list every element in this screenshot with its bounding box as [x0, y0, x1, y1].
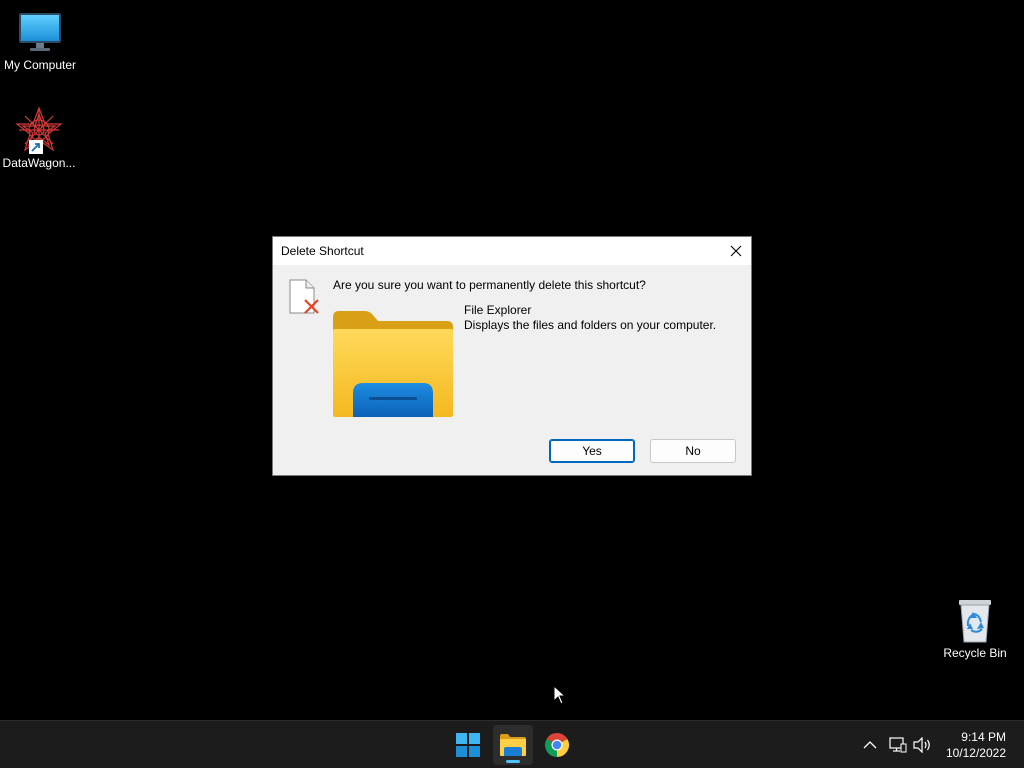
confirmation-question: Are you sure you want to permanently del… [333, 278, 646, 292]
yes-button[interactable]: Yes [549, 439, 635, 463]
network-button[interactable] [888, 735, 908, 755]
close-icon [730, 245, 742, 257]
windows-start-icon [456, 733, 480, 757]
item-description: Displays the files and folders on your c… [464, 318, 717, 332]
volume-button[interactable] [913, 735, 933, 755]
volume-icon [913, 737, 930, 753]
taskbar-clock[interactable]: 9:14 PM 10/12/2022 [946, 729, 1006, 761]
desktop-icon-label: DataWagon... [2, 156, 76, 170]
start-button[interactable] [448, 725, 488, 765]
desktop-icon-label: My Computer [3, 58, 77, 72]
desktop-icon-recycle-bin[interactable]: Recycle Bin [935, 596, 1015, 660]
dialog-titlebar[interactable]: Delete Shortcut [273, 237, 751, 265]
delete-shortcut-dialog: Delete Shortcut Are you sure you want to… [272, 236, 752, 476]
active-app-indicator [506, 760, 520, 763]
show-hidden-icons-button[interactable] [860, 735, 880, 755]
monitor-icon [16, 8, 64, 56]
chevron-up-icon [863, 741, 877, 749]
taskbar: 9:14 PM 10/12/2022 [0, 720, 1024, 768]
file-explorer-icon [500, 734, 526, 756]
desktop-icon-datawagon[interactable]: DataWagon... [0, 106, 79, 170]
item-name: File Explorer [464, 303, 532, 317]
mouse-cursor-icon [553, 684, 567, 705]
datawagon-app-icon [15, 106, 63, 154]
recycle-bin-icon [951, 596, 999, 644]
taskbar-chrome-button[interactable] [537, 725, 577, 765]
delete-file-icon [288, 279, 322, 315]
no-button[interactable]: No [650, 439, 736, 463]
clock-date: 10/12/2022 [945, 746, 1006, 760]
desktop-icon-my-computer[interactable]: My Computer [0, 8, 80, 72]
taskbar-file-explorer-button[interactable] [493, 725, 533, 765]
close-button[interactable] [721, 237, 751, 265]
network-icon [889, 737, 907, 753]
dialog-title: Delete Shortcut [281, 244, 364, 258]
chrome-icon [544, 733, 570, 757]
dialog-body: Are you sure you want to permanently del… [273, 265, 751, 475]
clock-time: 9:14 PM [961, 730, 1006, 744]
file-explorer-icon [333, 311, 453, 417]
desktop-icon-label: Recycle Bin [943, 646, 1007, 660]
desktop: My Computer DataWagon... Recycle Bin Del… [0, 0, 1024, 768]
